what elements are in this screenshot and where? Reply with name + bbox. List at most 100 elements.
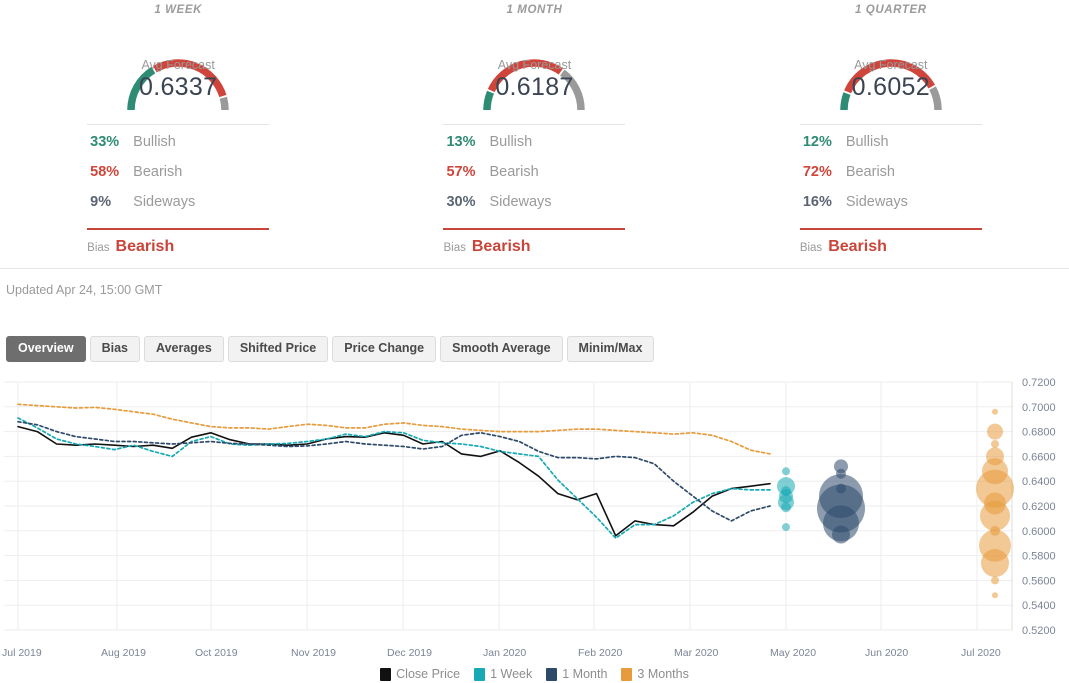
- legend-swatch: [621, 668, 632, 681]
- x-tick-label: May 2020: [770, 647, 816, 659]
- tab-overview[interactable]: Overview: [6, 336, 86, 362]
- bias-row: Bias Bearish: [443, 238, 625, 256]
- forecast-card-1-quarter: 1 QUARTER Avg Forecast 0.6052 12% Bullis…: [713, 2, 1069, 256]
- sideways-percent: 30%: [443, 194, 489, 210]
- svg-text:0.5400: 0.5400: [1022, 600, 1056, 612]
- stat-row-sideways: 9% Sideways: [87, 194, 269, 224]
- chart-forecast-bubbles: [777, 409, 1014, 599]
- stat-row-sideways: 30% Sideways: [443, 194, 625, 224]
- bullish-label: Bullish: [133, 134, 176, 150]
- section-divider: [0, 268, 1069, 269]
- svg-text:0.6200: 0.6200: [1022, 501, 1056, 513]
- bullish-percent: 12%: [800, 134, 846, 150]
- tab-minim-max[interactable]: Minim/Max: [567, 336, 655, 362]
- card-title: 1 WEEK: [154, 4, 202, 16]
- bearish-percent: 57%: [443, 164, 489, 180]
- svg-text:0.6000: 0.6000: [1022, 526, 1056, 538]
- gauge-1-month: Avg Forecast 0.6187: [444, 18, 624, 114]
- stat-row-bullish: 12% Bullish: [800, 134, 982, 164]
- svg-text:0.7000: 0.7000: [1022, 402, 1056, 414]
- stat-row-bullish: 33% Bullish: [87, 134, 269, 164]
- gauge-arc-svg: [88, 18, 268, 114]
- tab-shifted-price[interactable]: Shifted Price: [228, 336, 328, 362]
- legend-swatch: [546, 668, 557, 681]
- bullish-percent: 33%: [87, 134, 133, 150]
- chart-view-tabs: OverviewBiasAveragesShifted PricePrice C…: [6, 336, 654, 362]
- x-tick-label: Jul 2019: [2, 647, 42, 659]
- tab-averages[interactable]: Averages: [144, 336, 224, 362]
- stat-row-bearish: 72% Bearish: [800, 164, 982, 194]
- sentiment-stats: 13% Bullish 57% Bearish 30% Sideways Bia…: [443, 124, 625, 256]
- forecast-card-1-week: 1 WEEK Avg Forecast 0.6337 33% Bullish 5…: [0, 2, 356, 256]
- bias-divider: [87, 228, 269, 230]
- bias-label: Bias: [800, 242, 822, 254]
- x-tick-label: Oct 2019: [195, 647, 238, 659]
- chart-series-lines: [18, 404, 770, 538]
- bias-row: Bias Bearish: [87, 238, 269, 256]
- tab-bias[interactable]: Bias: [90, 336, 140, 362]
- svg-text:0.6600: 0.6600: [1022, 451, 1056, 463]
- bearish-label: Bearish: [489, 164, 538, 180]
- stat-row-sideways: 16% Sideways: [800, 194, 982, 224]
- bearish-percent: 72%: [800, 164, 846, 180]
- forecast-card-1-month: 1 MONTH Avg Forecast 0.6187 13% Bullish …: [356, 2, 712, 256]
- bullish-label: Bullish: [489, 134, 532, 150]
- bias-label: Bias: [443, 242, 465, 254]
- card-title: 1 MONTH: [507, 4, 563, 16]
- legend-item[interactable]: 1 Month: [546, 667, 607, 681]
- svg-text:0.5800: 0.5800: [1022, 551, 1056, 563]
- bearish-label: Bearish: [133, 164, 182, 180]
- stat-row-bullish: 13% Bullish: [443, 134, 625, 164]
- x-tick-label: Jun 2020: [865, 647, 908, 659]
- svg-text:0.5200: 0.5200: [1022, 625, 1056, 637]
- tab-price-change[interactable]: Price Change: [332, 336, 436, 362]
- bullish-label: Bullish: [846, 134, 889, 150]
- sideways-label: Sideways: [846, 194, 908, 210]
- legend-swatch: [474, 668, 485, 681]
- bias-label: Bias: [87, 242, 109, 254]
- chart-legend: Close Price 1 Week 1 Month 3 Months: [0, 667, 1069, 681]
- x-tick-label: Nov 2019: [291, 647, 336, 659]
- sentiment-stats: 12% Bullish 72% Bearish 16% Sideways Bia…: [800, 124, 982, 256]
- x-tick-label: Feb 2020: [578, 647, 622, 659]
- sideways-label: Sideways: [133, 194, 195, 210]
- bias-divider: [443, 228, 625, 230]
- bias-value: Bearish: [472, 238, 531, 256]
- forecast-chart: 0.7200 0.7000 0.6800 0.6600 0.6400 0.6200 0.60…: [0, 374, 1069, 644]
- x-tick-label: Jul 2020: [961, 647, 1001, 659]
- bias-divider: [800, 228, 982, 230]
- legend-label: Close Price: [396, 667, 460, 681]
- bias-value: Bearish: [116, 238, 175, 256]
- stat-row-bearish: 57% Bearish: [443, 164, 625, 194]
- tab-smooth-average[interactable]: Smooth Average: [440, 336, 562, 362]
- bearish-label: Bearish: [846, 164, 895, 180]
- bearish-percent: 58%: [87, 164, 133, 180]
- stat-row-bearish: 58% Bearish: [87, 164, 269, 194]
- x-tick-label: Mar 2020: [674, 647, 718, 659]
- svg-text:0.6400: 0.6400: [1022, 476, 1056, 488]
- legend-label: 1 Week: [490, 667, 532, 681]
- bias-row: Bias Bearish: [800, 238, 982, 256]
- svg-text:0.7200: 0.7200: [1022, 377, 1056, 389]
- svg-text:0.5600: 0.5600: [1022, 575, 1056, 587]
- chart-x-axis: Jul 2019 Aug 2019 Oct 2019 Nov 2019 Dec 2019…: [0, 647, 1069, 663]
- bias-value: Bearish: [828, 238, 887, 256]
- legend-item[interactable]: Close Price: [380, 667, 460, 681]
- chart-svg: 0.7200 0.7000 0.6800 0.6600 0.6400 0.6200 0.60…: [0, 374, 1069, 644]
- gauge-arc-svg: [801, 18, 981, 114]
- sideways-percent: 16%: [800, 194, 846, 210]
- legend-item[interactable]: 1 Week: [474, 667, 532, 681]
- card-title: 1 QUARTER: [855, 4, 927, 16]
- chart-y-axis-labels: 0.7200 0.7000 0.6800 0.6600 0.6400 0.6200 0.60…: [1022, 377, 1056, 637]
- x-tick-label: Dec 2019: [387, 647, 432, 659]
- x-tick-label: Aug 2019: [101, 647, 146, 659]
- updated-timestamp: Updated Apr 24, 15:00 GMT: [6, 283, 162, 297]
- legend-item[interactable]: 3 Months: [621, 667, 688, 681]
- gauge-1-week: Avg Forecast 0.6337: [88, 18, 268, 114]
- gauge-1-quarter: Avg Forecast 0.6052: [801, 18, 981, 114]
- legend-label: 1 Month: [562, 667, 607, 681]
- svg-text:0.6800: 0.6800: [1022, 427, 1056, 439]
- sideways-label: Sideways: [489, 194, 551, 210]
- forecast-dashboard: 1 WEEK Avg Forecast 0.6337 33% Bullish 5…: [0, 0, 1069, 683]
- x-tick-label: Jan 2020: [483, 647, 526, 659]
